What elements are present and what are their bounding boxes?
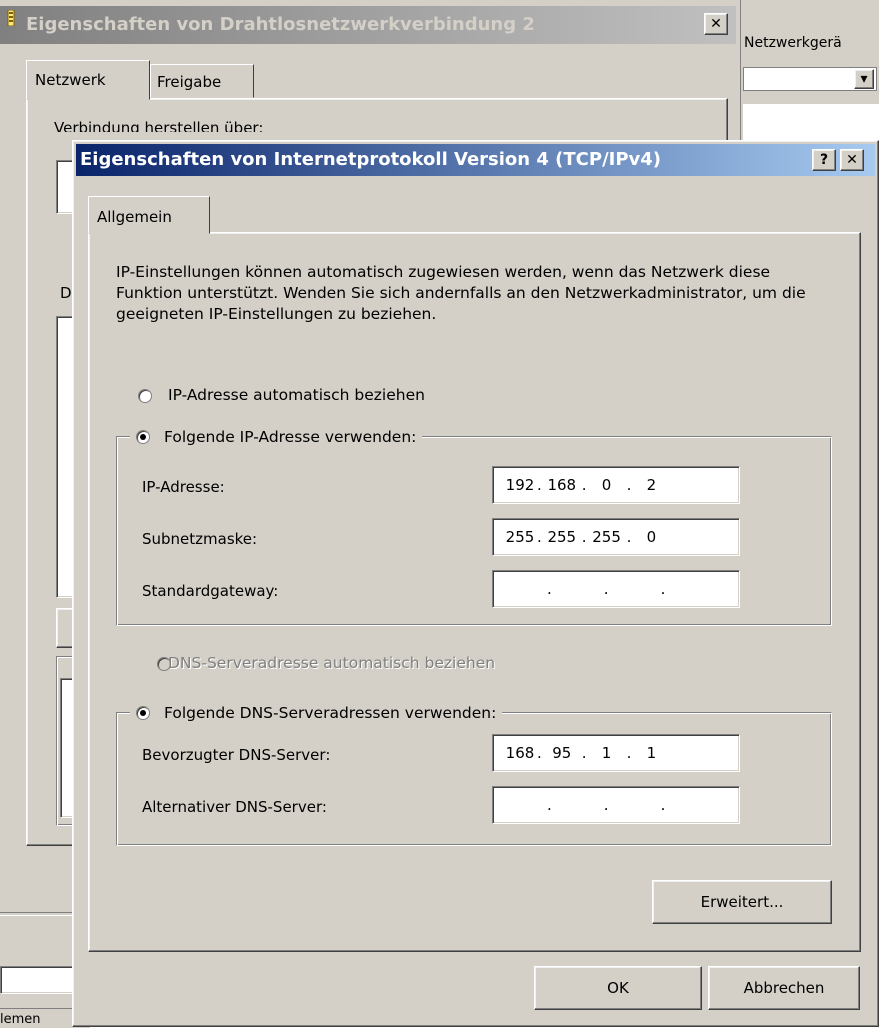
dns-pref-field[interactable]: 168. 95. 1. 1 — [492, 734, 740, 772]
ipv4-title: Eigenschaften von Internetprotokoll Vers… — [80, 149, 662, 170]
ok-button[interactable]: OK — [534, 966, 702, 1010]
tab-freigabe-label: Freigabe — [157, 73, 222, 91]
ip-octet: 192 — [505, 476, 535, 494]
ip-group-legend: Folgende IP-Adresse verwenden: — [130, 426, 423, 448]
tab-allgemein-label: Allgemein — [97, 208, 172, 226]
help-icon[interactable]: ? — [812, 149, 836, 171]
ipv4-description: IP-Einstellungen können automatisch zuge… — [116, 263, 806, 323]
dns-pref-octet: 95 — [552, 744, 572, 762]
subnet-octet: 255 — [592, 528, 621, 546]
side-window-title: Netzwerkgerä — [744, 35, 842, 51]
ip-octet: 2 — [646, 476, 657, 494]
ip-address-field[interactable]: 192. 168. 0. 2 — [492, 466, 740, 504]
dns-pref-octet: 168 — [505, 744, 535, 762]
ip-octet: 0 — [601, 476, 612, 494]
back-close-icon[interactable]: ✕ — [704, 13, 728, 35]
back-window-title: Eigenschaften von Drahtlosnetzwerkverbin… — [26, 14, 535, 35]
dns-pref-octet: 1 — [646, 744, 657, 762]
subnet-field[interactable]: 255. 255. 255. 0 — [492, 518, 740, 556]
network-icon — [6, 9, 16, 30]
ip-auto-radio[interactable] — [138, 389, 152, 403]
dns-alt-field[interactable]: . . . — [492, 786, 740, 824]
subnet-octet: 255 — [547, 528, 577, 546]
back-bottom-label: lemen — [0, 1012, 41, 1027]
cancel-button[interactable]: Abbrechen — [708, 966, 860, 1010]
subnet-octet: 0 — [646, 528, 657, 546]
dns-alt-label: Alternativer DNS-Server: — [142, 798, 327, 816]
subnet-label: Subnetzmaske: — [142, 530, 258, 548]
close-icon[interactable]: ✕ — [840, 149, 864, 171]
ip-address-label: IP-Adresse: — [142, 478, 225, 496]
subnet-octet: 255 — [505, 528, 535, 546]
dns-pref-octet: 1 — [601, 744, 612, 762]
partial-label-d: D — [60, 284, 72, 302]
tab-freigabe[interactable]: Freigabe — [150, 64, 254, 98]
dns-manual-radio[interactable] — [136, 706, 150, 720]
gateway-field[interactable]: . . . — [492, 570, 740, 608]
dropdown-arrow-icon[interactable]: ▾ — [854, 69, 874, 89]
dns-manual-label[interactable]: Folgende DNS-Serveradressen verwenden: — [164, 704, 496, 722]
ip-auto-label[interactable]: IP-Adresse automatisch beziehen — [168, 386, 425, 404]
ip-manual-label[interactable]: Folgende IP-Adresse verwenden: — [164, 428, 416, 446]
dns-group-legend: Folgende DNS-Serveradressen verwenden: — [130, 702, 503, 724]
dns-pref-label: Bevorzugter DNS-Server: — [142, 746, 331, 764]
tab-netzwerk[interactable]: Netzwerk — [26, 60, 150, 100]
dns-group — [116, 712, 832, 846]
dns-auto-label: DNS-Serveradresse automatisch beziehen — [168, 654, 496, 672]
gateway-label: Standardgateway: — [142, 582, 279, 600]
ip-octet: 168 — [547, 476, 577, 494]
tab-netzwerk-label: Netzwerk — [35, 71, 106, 89]
ip-manual-radio[interactable] — [136, 430, 150, 444]
tab-allgemein[interactable]: Allgemein — [88, 196, 210, 234]
advanced-button[interactable]: Erweitert... — [652, 880, 832, 924]
connect-via-label: Verbindung herstellen über: — [54, 121, 264, 132]
